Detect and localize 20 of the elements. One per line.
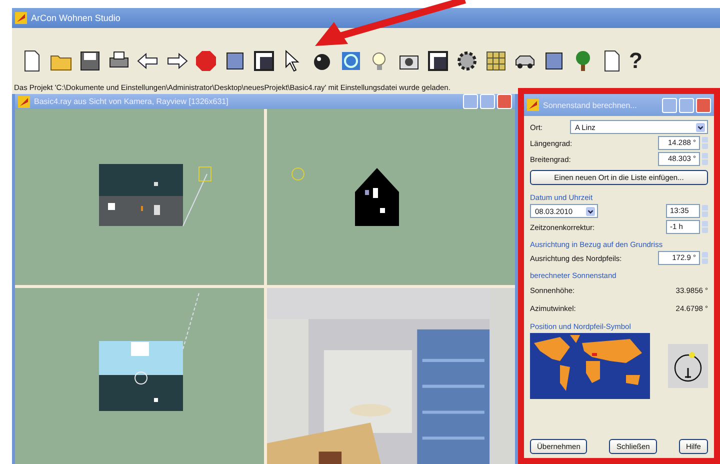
close-button[interactable] — [696, 98, 711, 112]
stop-sign-icon[interactable] — [194, 49, 218, 73]
help-button[interactable]: ? — [629, 48, 642, 74]
close-button[interactable] — [497, 94, 512, 109]
window-title: Basic4.ray aus Sicht von Kamera, Rayview [1326x631] — [34, 97, 230, 106]
app-logo-icon — [15, 12, 27, 24]
gear-icon[interactable] — [455, 49, 479, 73]
save-icon[interactable] — [78, 49, 102, 73]
dialog-title: Sonnenstand berechnen... — [543, 100, 638, 110]
frame-icon[interactable] — [426, 49, 450, 73]
dropdown-arrow-icon — [696, 122, 705, 132]
window-title: ArCon Wohnen Studio — [31, 13, 120, 23]
compass-drawing — [668, 344, 708, 388]
dropdown-arrow-icon — [586, 206, 595, 216]
camera-marker-icon — [290, 167, 304, 181]
house-elevation-drawing — [354, 168, 398, 226]
app-logo-icon — [18, 96, 30, 108]
app-logo-icon — [527, 99, 539, 111]
grid-icon[interactable] — [484, 49, 508, 73]
frame-icon[interactable] — [252, 49, 276, 73]
